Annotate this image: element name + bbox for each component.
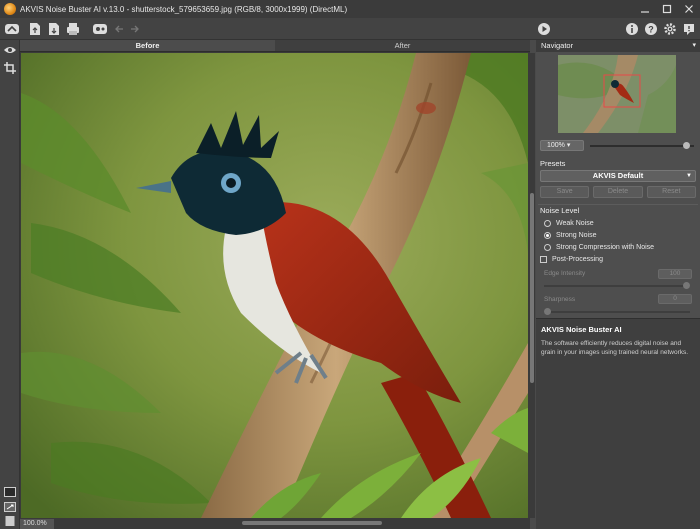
vertical-scroll-thumb[interactable] bbox=[530, 193, 534, 383]
radio-button[interactable] bbox=[544, 219, 551, 227]
toolbar: ? bbox=[0, 18, 700, 40]
help-box: AKVIS Noise Buster AI The software effic… bbox=[536, 318, 700, 529]
radio-weak-noise[interactable]: Weak Noise bbox=[544, 218, 594, 228]
edge-intensity-knob[interactable] bbox=[683, 282, 690, 289]
minimize-button[interactable] bbox=[634, 0, 656, 18]
redo-icon[interactable] bbox=[126, 20, 144, 38]
radio-strong-noise[interactable]: Strong Noise bbox=[544, 230, 596, 240]
info-icon[interactable] bbox=[623, 20, 641, 38]
app-logo-icon bbox=[4, 3, 16, 15]
sharpness-slider[interactable] bbox=[544, 311, 690, 313]
radio-button-selected[interactable] bbox=[544, 231, 551, 239]
preset-dropdown[interactable]: AKVIS Default ▼ bbox=[540, 170, 696, 182]
noise-level-divider bbox=[538, 204, 698, 205]
close-button[interactable] bbox=[678, 0, 700, 18]
maximize-button[interactable] bbox=[656, 0, 678, 18]
zoom-row: 100% ▾ bbox=[540, 140, 696, 152]
horizontal-scrollbar[interactable] bbox=[20, 518, 530, 529]
reset-preset-button[interactable]: Reset bbox=[646, 186, 696, 198]
settings-panel: Navigator ▾ 100% ▾ Presets AKVIS Default… bbox=[536, 40, 700, 529]
presets-title: Presets bbox=[540, 159, 566, 168]
radio-button[interactable] bbox=[544, 243, 551, 251]
vertical-scrollbar[interactable] bbox=[529, 53, 535, 518]
title-bar: AKVIS Noise Buster AI v.13.0 - shutterst… bbox=[0, 0, 700, 18]
zoom-slider[interactable] bbox=[590, 145, 694, 147]
sharpness-knob[interactable] bbox=[544, 308, 551, 315]
background-color-icon[interactable] bbox=[2, 484, 18, 500]
radio-strong-compression[interactable]: Strong Compression with Noise bbox=[544, 242, 654, 252]
tool-strip bbox=[0, 40, 20, 529]
edge-intensity-slider[interactable] bbox=[544, 285, 690, 287]
navigator-thumbnail[interactable] bbox=[558, 55, 676, 133]
radio-label: Strong Noise bbox=[556, 231, 597, 239]
help-text: The software efficiently reduces digital… bbox=[541, 340, 689, 356]
navigator-header[interactable]: Navigator ▾ bbox=[536, 40, 700, 52]
preview-eye-icon[interactable] bbox=[2, 42, 18, 58]
chevron-down-icon: ▼ bbox=[686, 173, 692, 179]
navigator-title: Navigator bbox=[541, 41, 574, 50]
radio-label: Strong Compression with Noise bbox=[556, 243, 655, 251]
home-icon[interactable] bbox=[3, 20, 21, 38]
bird-photo bbox=[21, 53, 528, 518]
tab-before[interactable]: Before bbox=[20, 40, 275, 51]
zoom-indicator: 100.0% bbox=[20, 519, 54, 529]
foreground-color-icon[interactable] bbox=[2, 513, 18, 529]
post-processing-label: Post-Processing bbox=[552, 255, 603, 263]
horizontal-scroll-thumb[interactable] bbox=[242, 521, 382, 525]
save-preset-button[interactable]: Save bbox=[540, 186, 590, 198]
photo-preview[interactable] bbox=[21, 53, 528, 518]
post-processing-checkbox[interactable] bbox=[540, 255, 547, 263]
edge-intensity-label: Edge Intensity bbox=[544, 270, 586, 277]
crop-icon[interactable] bbox=[2, 60, 18, 76]
before-after-tabs: Before After bbox=[20, 40, 530, 52]
sharpness-label: Sharpness bbox=[544, 296, 576, 303]
notifications-icon[interactable] bbox=[680, 20, 698, 38]
help-icon[interactable]: ? bbox=[642, 20, 660, 38]
svg-text:?: ? bbox=[648, 25, 654, 35]
help-title: AKVIS Noise Buster AI bbox=[541, 325, 622, 334]
radio-label: Weak Noise bbox=[556, 219, 594, 227]
post-processing-toggle[interactable]: Post-Processing bbox=[540, 254, 603, 264]
tab-after[interactable]: After bbox=[275, 40, 530, 51]
open-file-icon[interactable] bbox=[26, 20, 44, 38]
image-canvas: Before After 100.0% bbox=[20, 40, 535, 529]
run-icon[interactable] bbox=[535, 20, 553, 38]
edge-intensity-value[interactable]: 100 bbox=[658, 269, 692, 279]
save-file-icon[interactable] bbox=[45, 20, 63, 38]
preset-selected: AKVIS Default bbox=[592, 171, 644, 180]
zoom-slider-knob[interactable] bbox=[683, 142, 691, 149]
settings-icon[interactable] bbox=[661, 20, 679, 38]
share-icon[interactable] bbox=[91, 20, 109, 38]
collapse-arrow-icon[interactable]: ▾ bbox=[692, 40, 696, 52]
noise-level-title: Noise Level bbox=[540, 206, 580, 215]
zoom-value: 100% bbox=[547, 142, 565, 149]
delete-preset-button[interactable]: Delete bbox=[593, 186, 643, 198]
sharpness-value[interactable]: 0 bbox=[658, 294, 692, 304]
window-title: AKVIS Noise Buster AI v.13.0 - shutterst… bbox=[20, 4, 348, 14]
print-icon[interactable] bbox=[64, 20, 82, 38]
zoom-dropdown[interactable]: 100% ▾ bbox=[540, 140, 584, 151]
